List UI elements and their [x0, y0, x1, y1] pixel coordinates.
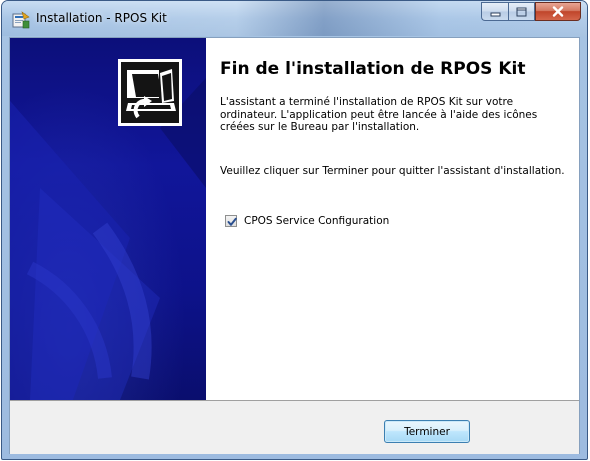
minimize-button[interactable] — [481, 2, 508, 21]
installer-icon — [12, 11, 30, 29]
installer-window: Installation - RPOS Kit Fin de l'install… — [1, 0, 588, 460]
service-config-option[interactable]: CPOS Service Configuration — [225, 215, 389, 227]
close-icon — [552, 2, 564, 21]
maximize-button[interactable] — [508, 2, 535, 21]
wizard-client-area: Fin de l'installation de RPOS Kit L'assi… — [9, 37, 580, 454]
window-title: Installation - RPOS Kit — [36, 11, 167, 25]
finish-button[interactable]: Terminer — [384, 420, 470, 443]
service-config-checkbox[interactable] — [225, 215, 237, 227]
maximize-icon — [516, 2, 527, 21]
title-bar[interactable]: Installation - RPOS Kit — [2, 1, 587, 36]
service-config-label[interactable]: CPOS Service Configuration — [244, 215, 389, 227]
finish-instruction: Veuillez cliquer sur Terminer pour quitt… — [220, 165, 565, 177]
page-title: Fin de l'installation de RPOS Kit — [220, 59, 526, 79]
close-button[interactable] — [535, 2, 581, 21]
caption-buttons — [481, 2, 581, 21]
wizard-side-banner — [10, 38, 206, 400]
checkmark-icon — [227, 217, 237, 226]
completion-message: L'assistant a terminé l'installation de … — [220, 96, 538, 133]
computer-install-icon — [118, 59, 182, 126]
wizard-content: Fin de l'installation de RPOS Kit L'assi… — [206, 38, 579, 400]
minimize-icon — [490, 2, 501, 21]
wizard-footer: Terminer — [10, 400, 579, 454]
